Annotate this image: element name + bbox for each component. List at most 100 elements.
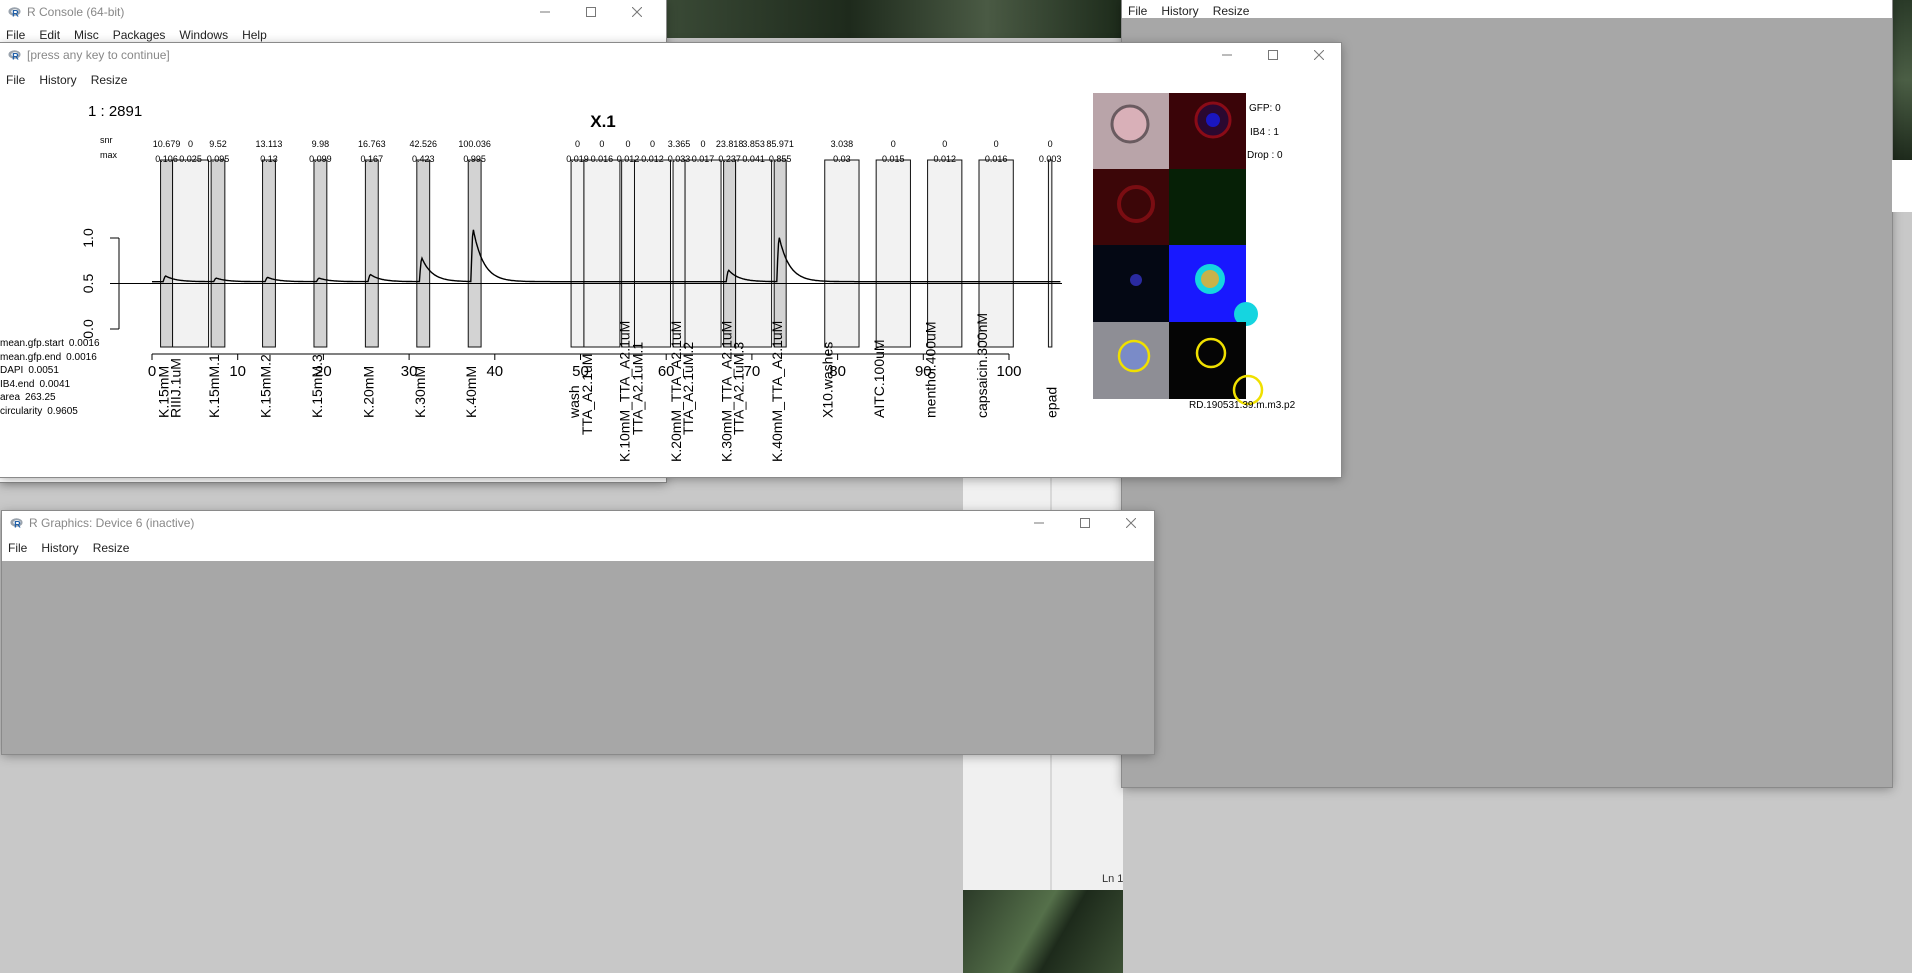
- main-menu-resize[interactable]: Resize: [85, 73, 136, 87]
- max-value: 0.106: [155, 154, 178, 164]
- y-tick-label: 1.0: [80, 228, 96, 248]
- r-logo-icon: R: [10, 517, 23, 530]
- console-menu-packages[interactable]: Packages: [107, 28, 174, 42]
- snr-value: 0: [626, 139, 631, 149]
- console-menu-help[interactable]: Help: [236, 28, 275, 42]
- right-window-status: Ln 1: [1102, 873, 1124, 885]
- snr-value: 0: [701, 139, 706, 149]
- snr-value: 9.52: [209, 139, 227, 149]
- window-band: [210, 159, 226, 348]
- snr-value: 3.853: [742, 139, 765, 149]
- main-window-title: [press any key to continue]: [27, 48, 170, 62]
- stimulus-windows: [160, 159, 1053, 348]
- max-value: 0.015: [882, 154, 905, 164]
- close-button[interactable]: [1108, 511, 1154, 535]
- thumbnail-red: [1093, 169, 1169, 245]
- snr-value: 10.679: [153, 139, 181, 149]
- snr-value: 0: [1048, 139, 1053, 149]
- main-menu-file[interactable]: File: [0, 73, 33, 87]
- menu-history[interactable]: History: [1155, 4, 1206, 18]
- device6-menu-resize[interactable]: Resize: [87, 541, 138, 555]
- thumbnail-ib4-blue-core: [1206, 113, 1220, 127]
- window-band: [621, 159, 635, 348]
- window-label: AITC.100uM: [871, 339, 887, 418]
- thumbnail-green: [1169, 169, 1246, 245]
- y-tick-label: 0.5: [80, 274, 96, 294]
- window-band: [684, 159, 722, 348]
- menu-resize[interactable]: Resize: [1207, 4, 1258, 18]
- device6-menu-history[interactable]: History: [35, 541, 86, 555]
- right-edge-panel: [1892, 160, 1912, 212]
- max-value: 0.423: [412, 154, 435, 164]
- console-menu-edit[interactable]: Edit: [33, 28, 68, 42]
- x-tick-label: 50: [572, 363, 589, 380]
- max-value: 0.167: [361, 154, 384, 164]
- max-value: 0.012: [933, 154, 956, 164]
- plot-title: X.1: [590, 112, 616, 131]
- x-tick-label: 20: [315, 363, 332, 380]
- snr-value: 13.113: [256, 139, 283, 149]
- device6-titlebar: R R Graphics: Device 6 (inactive): [2, 511, 1154, 535]
- close-button[interactable]: [614, 0, 660, 24]
- window-band: [633, 159, 671, 348]
- device6-menu-file[interactable]: File: [2, 541, 35, 555]
- window-band: [735, 159, 773, 348]
- main-window-controls: [1204, 43, 1342, 67]
- snr-value: 0: [599, 139, 604, 149]
- snr-value: 0: [650, 139, 655, 149]
- max-value: 0.995: [463, 154, 486, 164]
- menu-file[interactable]: File: [1122, 4, 1155, 18]
- stat-mean-gfp-end: mean.gfp.end 0.0016: [0, 352, 97, 363]
- minimize-button[interactable]: [1016, 511, 1062, 535]
- main-menu-history[interactable]: History: [33, 73, 84, 87]
- snr-value: 9.98: [312, 139, 330, 149]
- max-value: 0.003: [1039, 154, 1062, 164]
- snr-value: 0: [188, 139, 193, 149]
- stat-area: area 263.25: [0, 392, 56, 403]
- max-value: 0.03: [833, 154, 851, 164]
- max-value: 0.041: [742, 154, 765, 164]
- x-tick-label: 90: [915, 363, 932, 380]
- main-menubar: File History Resize: [0, 69, 1341, 91]
- svg-text:R: R: [14, 520, 21, 529]
- plot-counter: 1 : 2891: [88, 103, 142, 120]
- x-tick-label: 60: [658, 363, 675, 380]
- max-value: 0.099: [309, 154, 332, 164]
- snr-value: 0: [942, 139, 947, 149]
- window-label: K.20mM: [360, 366, 376, 418]
- window-band: [262, 159, 276, 348]
- window-band: [172, 159, 210, 348]
- window-label: epad: [1043, 387, 1059, 418]
- cell-thumbnails: [1093, 93, 1264, 406]
- window-band: [160, 159, 174, 348]
- device6-window-controls: [1016, 511, 1154, 535]
- r-logo-icon: R: [8, 49, 21, 62]
- main-graphics-window: R [press any key to continue] File Histo…: [0, 43, 1341, 477]
- x-tick-label: 80: [829, 363, 846, 380]
- background-image-bottom: [963, 890, 1123, 973]
- max-value: 0.016: [591, 154, 614, 164]
- thumbnail-brightfield-cell: [1110, 104, 1150, 144]
- minimize-button[interactable]: [522, 0, 568, 24]
- close-button[interactable]: [1296, 43, 1342, 67]
- snr-value: 3.365: [668, 139, 691, 149]
- max-value: 0.855: [769, 154, 792, 164]
- svg-text:R: R: [12, 9, 19, 18]
- flag-gfp: GFP: 0: [1249, 103, 1281, 114]
- maximize-button[interactable]: [1062, 511, 1108, 535]
- console-menu-windows[interactable]: Windows: [173, 28, 236, 42]
- x-tick-label: 10: [229, 363, 246, 380]
- x-tick-label: 40: [486, 363, 503, 380]
- max-value: 0.025: [179, 154, 202, 164]
- minimize-button[interactable]: [1204, 43, 1250, 67]
- cell-id: RD.190531.39.m.m3.p2: [1189, 400, 1296, 411]
- console-menu-misc[interactable]: Misc: [68, 28, 107, 42]
- snr-value: 23.818: [716, 139, 744, 149]
- snr-value: 0: [994, 139, 999, 149]
- maximize-button[interactable]: [568, 0, 614, 24]
- window-label: capsaicin.300nM: [974, 313, 990, 418]
- maximize-button[interactable]: [1250, 43, 1296, 67]
- window-band: [824, 159, 860, 348]
- console-menu-file[interactable]: File: [0, 28, 33, 42]
- window-band: [1047, 159, 1053, 348]
